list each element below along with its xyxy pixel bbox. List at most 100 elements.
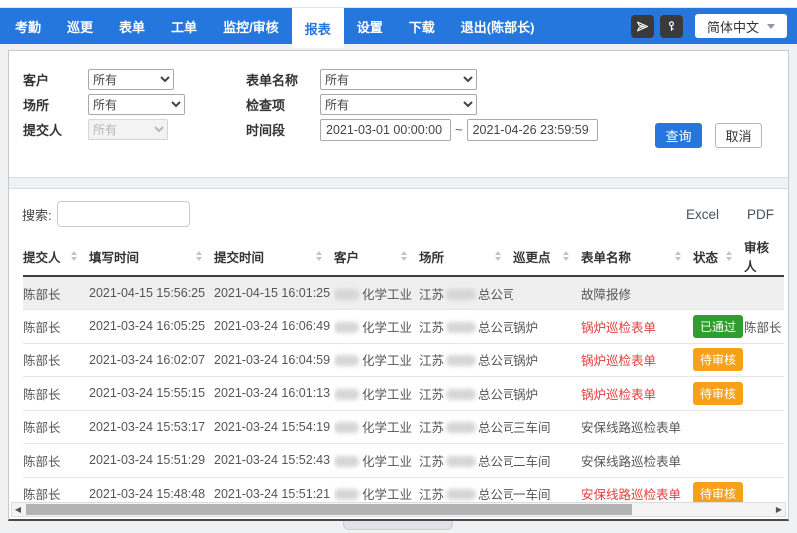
cell-submitter: 陈部长	[23, 444, 89, 478]
query-button[interactable]: 查询	[655, 123, 702, 148]
scrollbar-thumb[interactable]	[26, 504, 632, 515]
cell-status	[693, 410, 744, 444]
table-row[interactable]: 陈部长 2021-03-24 16:02:07 2021-03-24 16:04…	[23, 343, 784, 377]
submitter-label: 提交人	[23, 120, 88, 139]
cell-status: 待审核	[693, 377, 744, 411]
cell-form-name: 锅炉巡检表单	[581, 343, 693, 377]
cell-venue: 江苏总公司	[419, 410, 513, 444]
customer-select[interactable]: 所有	[88, 69, 174, 90]
key-icon[interactable]	[660, 15, 683, 38]
redacted-text	[446, 489, 476, 500]
cell-venue: 江苏总公司	[419, 444, 513, 478]
scroll-right-icon[interactable]: ▶	[773, 503, 785, 516]
check-item-select[interactable]: 所有	[320, 94, 477, 115]
redacted-text	[446, 456, 476, 467]
cell-venue: 江苏总公司	[419, 276, 513, 310]
table-row[interactable]: 陈部长 2021-03-24 15:53:17 2021-03-24 15:54…	[23, 410, 784, 444]
customer-label: 客户	[23, 70, 88, 89]
chevron-down-icon	[767, 24, 775, 29]
sort-icon[interactable]	[71, 251, 77, 261]
table-toolbar: 搜索: Excel PDF	[9, 189, 788, 229]
nav-item-考勤[interactable]: 考勤	[2, 8, 54, 44]
cell-fill-time: 2021-03-24 15:51:29	[89, 444, 214, 478]
content-panel: 客户 所有 表单名称 所有 场所 所有 检查项 所有 提交人 所有 时间段 ~ …	[8, 50, 789, 521]
column-header[interactable]: 场所	[419, 237, 513, 276]
nav-item-退出(陈部长)[interactable]: 退出(陈部长)	[448, 8, 548, 44]
nav-item-下载[interactable]: 下载	[396, 8, 448, 44]
nav-item-工单[interactable]: 工单	[158, 8, 210, 44]
column-header[interactable]: 审核人	[744, 237, 784, 276]
column-header[interactable]: 巡更点	[513, 237, 581, 276]
nav-item-监控/审核[interactable]: 监控/审核	[210, 8, 292, 44]
redacted-text	[334, 422, 359, 433]
sort-icon[interactable]	[675, 251, 681, 261]
sort-icon[interactable]	[495, 251, 501, 261]
column-header-label: 提交人	[23, 247, 61, 266]
venue-label: 场所	[23, 95, 88, 114]
search-input[interactable]	[57, 201, 190, 227]
column-header[interactable]: 表单名称	[581, 237, 693, 276]
cell-submitter: 陈部长	[23, 410, 89, 444]
cell-fill-time: 2021-03-24 15:55:15	[89, 377, 214, 411]
column-header[interactable]: 提交人	[23, 237, 89, 276]
sort-icon[interactable]	[563, 251, 569, 261]
form-name-select[interactable]: 所有	[320, 69, 477, 90]
scroll-left-icon[interactable]: ◀	[12, 503, 24, 516]
cell-status	[693, 444, 744, 478]
cell-submitter: 陈部长	[23, 276, 89, 310]
cell-customer: 化学工业	[334, 276, 419, 310]
cell-patrol-point: 锅炉	[513, 343, 581, 377]
cell-reviewer	[744, 377, 784, 411]
cell-form-name: 安保线路巡检表单	[581, 444, 693, 478]
collapse-handle[interactable]	[343, 521, 453, 530]
column-header[interactable]: 提交时间	[214, 237, 334, 276]
cell-submit-time: 2021-03-24 16:01:13	[214, 377, 334, 411]
nav-item-表单[interactable]: 表单	[106, 8, 158, 44]
nav-item-设置[interactable]: 设置	[344, 8, 396, 44]
cell-submit-time: 2021-03-24 16:04:59	[214, 343, 334, 377]
horizontal-scrollbar[interactable]: ◀ ▶	[11, 502, 786, 517]
sort-icon[interactable]	[316, 251, 322, 261]
table-row[interactable]: 陈部长 2021-03-24 15:55:15 2021-03-24 16:01…	[23, 377, 784, 411]
cell-status: 待审核	[693, 343, 744, 377]
redacted-text	[446, 422, 476, 433]
form-name-label: 表单名称	[246, 70, 320, 89]
cell-submit-time: 2021-03-24 15:52:43	[214, 444, 334, 478]
column-header-label: 表单名称	[581, 247, 631, 266]
excel-export-link[interactable]: Excel	[686, 207, 719, 222]
language-label: 简体中文	[707, 17, 759, 36]
column-header-label: 客户	[334, 247, 359, 266]
table-row[interactable]: 陈部长 2021-04-15 15:56:25 2021-04-15 16:01…	[23, 276, 784, 310]
redacted-text	[334, 355, 359, 366]
time-start-input[interactable]	[320, 119, 451, 141]
cancel-button[interactable]: 取消	[715, 123, 762, 148]
pdf-export-link[interactable]: PDF	[747, 207, 774, 222]
cell-venue: 江苏总公司	[419, 310, 513, 344]
cell-customer: 化学工业	[334, 343, 419, 377]
sort-icon[interactable]	[196, 251, 202, 261]
cell-customer: 化学工业	[334, 310, 419, 344]
nav-item-报表[interactable]: 报表	[292, 8, 344, 48]
time-end-input[interactable]	[467, 119, 598, 141]
table-row[interactable]: 陈部长 2021-03-24 16:05:25 2021-03-24 16:06…	[23, 310, 784, 344]
redacted-text	[446, 289, 476, 300]
column-header[interactable]: 客户	[334, 237, 419, 276]
cell-form-name: 安保线路巡检表单	[581, 410, 693, 444]
venue-select[interactable]: 所有	[88, 94, 185, 115]
sort-icon[interactable]	[401, 251, 407, 261]
sort-icon[interactable]	[726, 251, 732, 261]
table-row[interactable]: 陈部长 2021-03-24 15:51:29 2021-03-24 15:52…	[23, 444, 784, 478]
column-header[interactable]: 状态	[693, 237, 744, 276]
report-table: 提交人 填写时间提交时间客户 场所巡更点表单名称 状态审核人 陈部长 2021-04-…	[23, 237, 784, 511]
column-header[interactable]: 填写时间	[89, 237, 214, 276]
redacted-text	[446, 355, 476, 366]
cell-submit-time: 2021-03-24 16:06:49	[214, 310, 334, 344]
cell-form-name: 故障报修	[581, 276, 693, 310]
language-selector[interactable]: 简体中文	[695, 14, 787, 38]
redacted-text	[334, 456, 359, 467]
nav-item-巡更[interactable]: 巡更	[54, 8, 106, 44]
cell-submitter: 陈部长	[23, 310, 89, 344]
send-icon[interactable]	[631, 15, 654, 38]
cell-patrol-point: 锅炉	[513, 310, 581, 344]
cell-customer: 化学工业	[334, 410, 419, 444]
